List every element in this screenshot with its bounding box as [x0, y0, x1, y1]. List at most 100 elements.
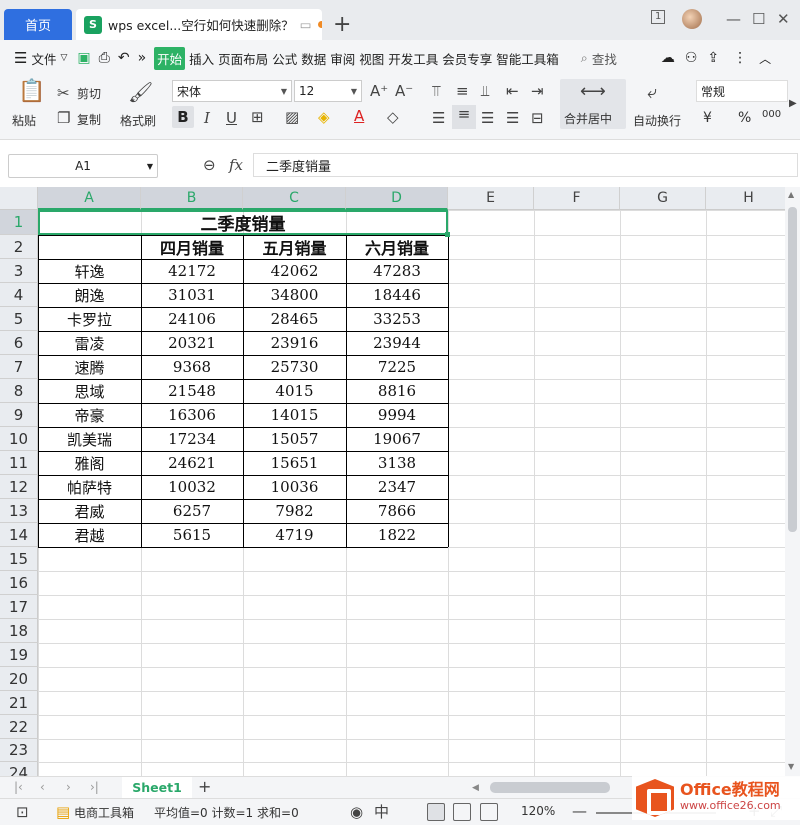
scroll-left-icon[interactable]: ◀ [472, 779, 479, 797]
model-name-cell[interactable]: 轩逸 [38, 259, 141, 283]
increase-font-icon[interactable]: A⁺ [370, 82, 388, 100]
input-mode-icon[interactable]: 中 [374, 803, 389, 821]
cut-button[interactable]: 剪切 [77, 85, 101, 102]
tab-formula[interactable]: 公式 [272, 49, 297, 68]
column-header-f[interactable]: F [534, 187, 620, 210]
ribbon-scroll-right-icon[interactable]: ▶ [789, 95, 797, 113]
paste-icon[interactable]: 📋 [18, 81, 45, 103]
sales-value-cell[interactable]: 21548 [141, 379, 243, 403]
row-header-10[interactable]: 10 [0, 427, 38, 451]
more-icon[interactable]: » [138, 50, 147, 66]
copy-button[interactable]: 复制 [77, 111, 101, 128]
status-monitor-icon[interactable]: ⊡ [16, 803, 29, 821]
sheet-tab[interactable]: Sheet1 [122, 777, 192, 798]
column-header-e[interactable]: E [448, 187, 534, 210]
sales-value-cell[interactable]: 20321 [141, 331, 243, 355]
sales-value-cell[interactable]: 15651 [243, 451, 346, 475]
sales-value-cell[interactable]: 34800 [243, 283, 346, 307]
tab-page-layout[interactable]: 页面布局 [218, 49, 268, 68]
align-right-icon[interactable]: ☰ [481, 109, 494, 127]
new-tab-button[interactable]: + [333, 12, 351, 37]
align-bottom-icon[interactable]: ⫫ [481, 82, 489, 100]
search-icon[interactable]: ⌕ [581, 50, 588, 66]
border-icon[interactable]: ⊞ [251, 108, 264, 126]
sales-value-cell[interactable]: 16306 [141, 403, 243, 427]
sales-value-cell[interactable]: 10032 [141, 475, 243, 499]
percent-button[interactable]: % [738, 110, 751, 126]
currency-button[interactable]: ¥ [703, 110, 712, 126]
sales-value-cell[interactable]: 33253 [346, 307, 448, 331]
sales-value-cell[interactable]: 7982 [243, 499, 346, 523]
align-left-icon[interactable]: ☰ [432, 109, 445, 127]
align-center-icon[interactable]: ≡ [452, 105, 476, 129]
search-label[interactable]: 查找 [592, 49, 617, 68]
sales-value-cell[interactable]: 15057 [243, 427, 346, 451]
row-header-2[interactable]: 2 [0, 235, 38, 259]
sales-value-cell[interactable]: 28465 [243, 307, 346, 331]
sales-value-cell[interactable]: 10036 [243, 475, 346, 499]
bold-button[interactable]: B [172, 106, 194, 128]
add-sheet-icon[interactable]: + [198, 778, 211, 796]
sales-value-cell[interactable]: 2347 [346, 475, 448, 499]
horizontal-scroll-thumb[interactable] [490, 782, 610, 793]
row-header-4[interactable]: 4 [0, 283, 38, 307]
vertical-scroll-thumb[interactable] [788, 207, 797, 532]
copy-icon[interactable]: ❐ [57, 109, 70, 127]
tab-insert[interactable]: 插入 [189, 49, 214, 68]
export-icon[interactable]: ⇪ [707, 50, 719, 66]
cloud-icon[interactable]: ☁ [661, 50, 675, 66]
sales-value-cell[interactable]: 14015 [243, 403, 346, 427]
column-header-a[interactable]: A [38, 187, 141, 210]
row-header-5[interactable]: 5 [0, 307, 38, 331]
row-header-7[interactable]: 7 [0, 355, 38, 379]
tab-start[interactable]: 开始 [154, 46, 186, 70]
tab-data[interactable]: 数据 [301, 49, 326, 68]
row-header-22[interactable]: 22 [0, 715, 38, 739]
decrease-font-icon[interactable]: A⁻ [395, 82, 413, 100]
sales-value-cell[interactable]: 9368 [141, 355, 243, 379]
menu-file[interactable]: 文件 [31, 49, 56, 68]
hamburger-icon[interactable]: ☰ [14, 49, 27, 67]
sales-value-cell[interactable]: 23944 [346, 331, 448, 355]
row-header-1[interactable]: 1 [0, 210, 38, 235]
row-header-8[interactable]: 8 [0, 379, 38, 403]
home-tab[interactable]: 首页 [4, 9, 72, 40]
tab-member[interactable]: 会员专享 [442, 49, 492, 68]
row-header-23[interactable]: 23 [0, 739, 38, 762]
row-header-19[interactable]: 19 [0, 643, 38, 667]
model-name-cell[interactable]: 帕萨特 [38, 475, 141, 499]
share-user-icon[interactable]: ⚇ [685, 50, 698, 66]
model-name-cell[interactable]: 速腾 [38, 355, 141, 379]
document-tab[interactable]: S wps excel...空行如何快速删除？ ▭ [76, 9, 322, 40]
justify-icon[interactable]: ☰ [506, 109, 519, 127]
paste-label[interactable]: 粘贴 [12, 112, 36, 129]
toolbox-icon[interactable]: ▤ [56, 803, 70, 821]
zoom-out-icon[interactable]: — [572, 802, 587, 820]
wrap-text-icon[interactable]: ⤶ [647, 84, 657, 102]
sales-value-cell[interactable]: 24106 [141, 307, 243, 331]
sales-value-cell[interactable]: 25730 [243, 355, 346, 379]
next-sheet-icon[interactable]: › [66, 778, 71, 796]
sales-value-cell[interactable]: 47283 [346, 259, 448, 283]
zoom-formula-icon[interactable]: ⊖ [203, 156, 216, 174]
font-name-select[interactable]: 宋体 ▼ [172, 80, 292, 102]
row-header-17[interactable]: 17 [0, 595, 38, 619]
page-break-view-button[interactable] [480, 803, 498, 821]
sales-value-cell[interactable]: 42062 [243, 259, 346, 283]
column-header-h[interactable]: H [706, 187, 785, 210]
header-cell[interactable]: 四月销量 [141, 235, 243, 259]
row-header-21[interactable]: 21 [0, 691, 38, 715]
sales-value-cell[interactable]: 24621 [141, 451, 243, 475]
sales-value-cell[interactable]: 23916 [243, 331, 346, 355]
name-box[interactable]: A1 ▼ [8, 154, 158, 178]
header-cell[interactable] [38, 235, 141, 259]
format-painter-icon[interactable]: 🖌 [128, 82, 153, 102]
number-format-select[interactable]: 常规 [696, 80, 788, 102]
close-icon[interactable]: ✕ [777, 10, 790, 28]
row-header-24[interactable]: 24 [0, 762, 38, 776]
sales-value-cell[interactable]: 9994 [346, 403, 448, 427]
tab-review[interactable]: 审阅 [330, 49, 355, 68]
align-top-icon[interactable]: ⫪ [432, 82, 440, 100]
underline-button[interactable]: U [226, 109, 237, 127]
row-header-14[interactable]: 14 [0, 523, 38, 547]
